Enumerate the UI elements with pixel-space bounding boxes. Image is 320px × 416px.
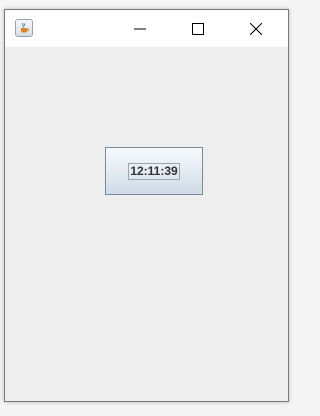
- clock-button[interactable]: 12:11:39: [105, 147, 203, 195]
- minimize-icon: [134, 28, 146, 29]
- content-pane: 12:11:39: [5, 47, 288, 401]
- maximize-icon: [192, 22, 204, 35]
- maximize-button[interactable]: [175, 10, 221, 47]
- java-cup-icon[interactable]: [15, 19, 33, 37]
- title-bar[interactable]: [5, 10, 288, 47]
- close-button[interactable]: [233, 10, 279, 47]
- clock-time-label: 12:11:39: [128, 162, 180, 180]
- app-window: 12:11:39: [4, 9, 289, 402]
- minimize-button[interactable]: [117, 10, 163, 47]
- close-icon: [250, 22, 262, 35]
